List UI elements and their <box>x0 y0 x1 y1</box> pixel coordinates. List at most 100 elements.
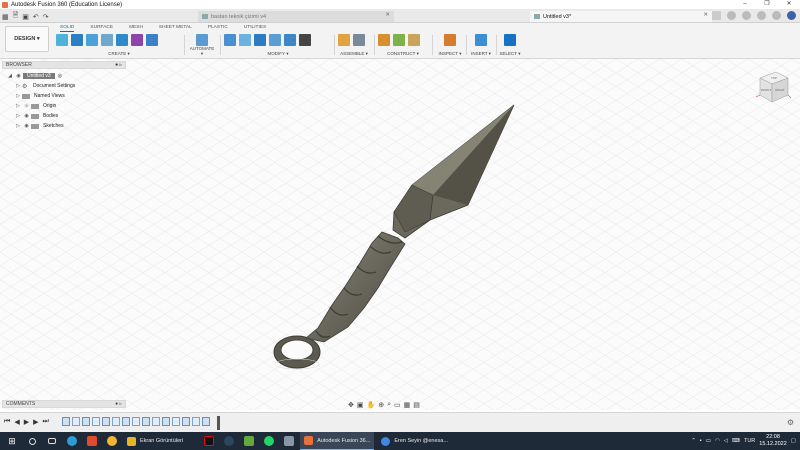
timeline-feature[interactable] <box>172 417 180 426</box>
taskbar-app-fusion[interactable]: Autodesk Fusion 36... <box>300 432 375 450</box>
netflix-icon[interactable] <box>201 432 217 450</box>
automate-menu[interactable]: AUTOMATE ▾ <box>188 46 216 57</box>
extrude-icon[interactable] <box>86 34 98 46</box>
undo-icon[interactable]: ↶ <box>33 13 39 21</box>
whatsapp-icon[interactable] <box>261 432 277 450</box>
close-tab-icon[interactable]: ✕ <box>703 12 708 18</box>
pan-icon[interactable]: ✋ <box>367 401 376 409</box>
tab-surface[interactable]: SURFACE <box>90 24 113 32</box>
pattern-icon[interactable] <box>146 34 158 46</box>
minimize-button[interactable]: – <box>734 0 756 9</box>
automate-icon[interactable] <box>196 34 208 46</box>
close-tab-icon[interactable]: ✕ <box>385 12 390 18</box>
timeline-feature[interactable] <box>92 417 100 426</box>
visibility-eye-icon[interactable]: ◉ <box>22 123 31 129</box>
visibility-eye-icon[interactable]: ◉ <box>22 103 31 109</box>
extensions-icon[interactable] <box>727 11 736 20</box>
workspace-selector[interactable]: DESIGN ▾ <box>5 26 49 52</box>
collapse-arrow-icon[interactable]: ◢ <box>6 73 14 79</box>
comments-panel[interactable]: COMMENTS ● ▹ <box>2 400 126 408</box>
play-icon[interactable]: ▶ <box>24 418 29 426</box>
new-component-icon[interactable] <box>56 34 68 46</box>
grid-settings-icon[interactable]: ▦ <box>404 401 411 409</box>
timeline-feature[interactable] <box>72 417 80 426</box>
wifi-icon[interactable]: ◠ <box>715 438 720 444</box>
redo-icon[interactable]: ↷ <box>43 13 49 21</box>
tree-item-document-settings[interactable]: ▷ ⚙ Document Settings <box>2 81 126 91</box>
new-component-assemble-icon[interactable] <box>338 34 350 46</box>
keyboard-icon[interactable]: ⌨ <box>732 438 740 444</box>
go-to-end-icon[interactable]: ⏭ <box>42 418 48 426</box>
timeline-feature-sketch[interactable] <box>202 417 210 426</box>
hole-icon[interactable] <box>116 34 128 46</box>
activate-radio-icon[interactable]: ◎ <box>58 73 62 79</box>
view-cube[interactable]: TOP FRONT RIGHT <box>754 68 792 106</box>
timeline-feature-sketch[interactable] <box>182 417 190 426</box>
timeline-feature[interactable] <box>132 417 140 426</box>
plane-at-angle-icon[interactable] <box>393 34 405 46</box>
language-indicator[interactable]: TUR <box>744 438 755 444</box>
timeline-marker[interactable] <box>217 416 220 430</box>
orbit-icon[interactable]: ✥ <box>348 401 354 409</box>
select-cursor-icon[interactable] <box>504 34 516 46</box>
go-to-start-icon[interactable]: ⏮ <box>4 418 10 426</box>
tray-app-icon[interactable]: ▪ <box>700 438 702 444</box>
combine-icon[interactable] <box>284 34 296 46</box>
edge-icon[interactable] <box>64 432 80 450</box>
expand-arrow-icon[interactable]: ▷ <box>14 93 22 99</box>
viewports-icon[interactable]: ▤ <box>413 401 420 409</box>
file-menu-icon[interactable]: 🗎 <box>13 11 19 22</box>
offset-plane-icon[interactable] <box>378 34 390 46</box>
tree-item-named-views[interactable]: ▷ Named Views <box>2 91 126 101</box>
search-icon[interactable] <box>24 432 40 450</box>
inspect-menu[interactable]: INSPECT ▾ <box>436 51 464 57</box>
windows-start-icon[interactable]: ⊞ <box>4 432 20 450</box>
tree-item-origin[interactable]: ▷ ◉ Origin <box>2 101 126 111</box>
move-copy-icon[interactable] <box>299 34 311 46</box>
revolve-icon[interactable] <box>101 34 113 46</box>
assemble-menu[interactable]: ASSEMBLE ▾ <box>338 51 370 57</box>
notifications-icon[interactable] <box>757 11 766 20</box>
clock[interactable]: 22:08 15.12.2022 <box>759 434 787 448</box>
tab-solid[interactable]: SOLID <box>60 24 75 32</box>
construct-menu[interactable]: CONSTRUCT ▾ <box>378 51 428 57</box>
expand-arrow-icon[interactable]: ▷ <box>14 113 22 119</box>
timeline-feature-sketch[interactable] <box>82 417 90 426</box>
timeline-feature-sketch[interactable] <box>142 417 150 426</box>
press-pull-icon[interactable] <box>224 34 236 46</box>
comments-toggle-icon[interactable]: ● ▹ <box>115 401 122 407</box>
save-icon[interactable]: ▣ <box>22 13 29 21</box>
look-at-icon[interactable]: ▣ <box>357 401 364 409</box>
display-settings-icon[interactable]: ▭ <box>394 401 401 409</box>
create-menu[interactable]: CREATE ▾ <box>56 51 182 57</box>
step-back-icon[interactable]: ◀ <box>14 418 19 426</box>
timeline-feature[interactable] <box>152 417 160 426</box>
task-view-icon[interactable] <box>44 432 60 450</box>
avatar[interactable] <box>787 11 796 20</box>
browser-header[interactable]: BROWSER ● ▹ <box>2 61 126 69</box>
fillet-icon[interactable] <box>239 34 251 46</box>
zoom-icon[interactable]: ⊕ <box>378 401 384 409</box>
timeline-settings-icon[interactable]: ⚙ <box>787 418 794 427</box>
tree-root[interactable]: ◢ ◉ Untitled v3 ◎ <box>2 71 126 81</box>
job-status-icon[interactable] <box>742 11 751 20</box>
battery-icon[interactable]: ▭ <box>706 438 711 444</box>
taskbar-app-chrome[interactable]: Eren Seyin @enesa... <box>377 432 452 450</box>
expand-arrow-icon[interactable]: ▷ <box>14 83 22 89</box>
expand-arrow-icon[interactable]: ▷ <box>14 123 22 129</box>
midplane-icon[interactable] <box>408 34 420 46</box>
office-icon[interactable] <box>84 432 100 450</box>
tab-sheet-metal[interactable]: SHEET METAL <box>159 24 192 32</box>
select-menu[interactable]: SELECT ▾ <box>498 51 522 57</box>
app-grid-icon[interactable]: ▦ <box>2 13 9 21</box>
shell-icon[interactable] <box>269 34 281 46</box>
chamfer-icon[interactable] <box>254 34 266 46</box>
tab-plastic[interactable]: PLASTIC <box>208 24 228 32</box>
joint-icon[interactable] <box>353 34 365 46</box>
maximize-button[interactable]: ❐ <box>756 0 778 9</box>
insert-menu[interactable]: INSERT ▾ <box>468 51 494 57</box>
step-forward-icon[interactable]: ▶ <box>33 418 38 426</box>
tab-mesh[interactable]: MESH <box>129 24 143 32</box>
create-sketch-icon[interactable] <box>71 34 83 46</box>
form-icon[interactable] <box>131 34 143 46</box>
